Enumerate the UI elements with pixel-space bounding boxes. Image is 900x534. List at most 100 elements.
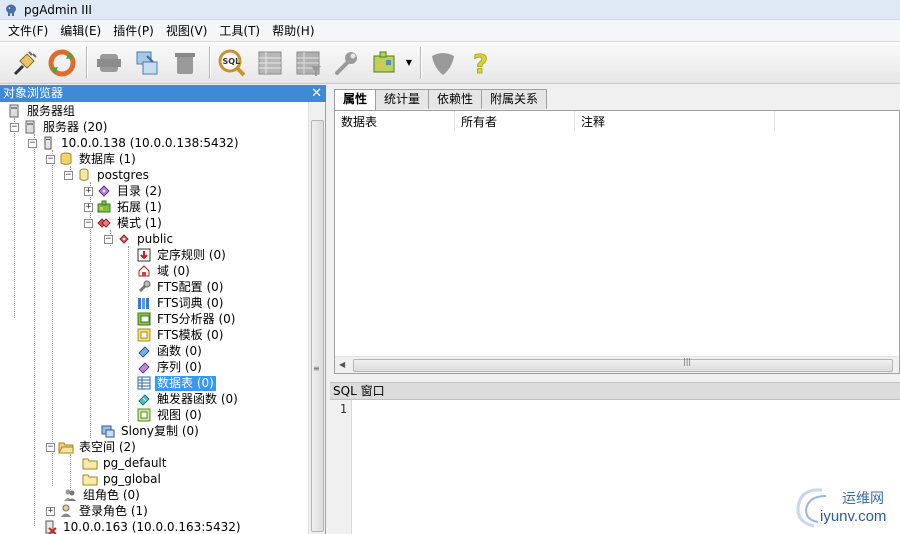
tree-node-catalogs[interactable]: + 目录 (2) xyxy=(84,183,164,199)
expand-icon[interactable]: + xyxy=(84,186,93,196)
schema-icon xyxy=(96,216,112,230)
properties-pane: 属性 统计量 依赖性 附属关系 数据表 所有者 注释 ◀ ||| SQL 窗口 … xyxy=(330,85,900,534)
object-browser: 对象浏览器 ✕ 服务器组 − 服务器 (20) − 10.0.0.138 (10… xyxy=(0,85,326,534)
menu-edit[interactable]: 编辑(E) xyxy=(54,20,107,42)
tree-node-collations[interactable]: 定序规则 (0) xyxy=(136,247,228,263)
domain-icon xyxy=(136,264,152,278)
svg-text:?: ? xyxy=(473,50,488,78)
collapse-icon[interactable]: − xyxy=(10,122,19,132)
tree-node-tables[interactable]: 数据表 (0) xyxy=(136,375,216,391)
server-connected-icon xyxy=(40,136,56,150)
tab-dependencies[interactable]: 依赖性 xyxy=(428,89,483,109)
tree-node-databases[interactable]: − 数据库 (1) xyxy=(46,151,138,167)
tab-dependents[interactable]: 附属关系 xyxy=(481,89,548,109)
watermark-cn: 运维网 xyxy=(842,491,884,507)
tree-node-pg-default[interactable]: pg_default xyxy=(82,455,168,471)
tree-node-fts-dicts[interactable]: FTS词典 (0) xyxy=(136,295,225,311)
server-icon xyxy=(22,120,38,134)
fts-parser-icon xyxy=(136,312,152,326)
tree-node-login-roles[interactable]: + 登录角色 (1) xyxy=(46,503,150,519)
pane-splitter[interactable] xyxy=(330,374,900,382)
collapse-icon[interactable]: − xyxy=(104,234,113,244)
expand-icon[interactable]: + xyxy=(46,506,55,516)
tree-node-fts-configs[interactable]: FTS配置 (0) xyxy=(136,279,225,295)
list-horizontal-scrollbar[interactable]: ◀ ||| xyxy=(335,356,899,373)
column-header-owner[interactable]: 所有者 xyxy=(455,111,575,131)
sql-window-header: SQL 窗口 xyxy=(330,382,900,399)
tree-node-domains[interactable]: 域 (0) xyxy=(136,263,192,279)
tab-statistics[interactable]: 统计量 xyxy=(375,89,430,109)
column-header-comment[interactable]: 注释 xyxy=(575,111,775,131)
watermark-en: iyunv.com xyxy=(820,508,887,525)
collapse-icon[interactable]: − xyxy=(46,154,55,164)
tree-node-group-roles[interactable]: 组角色 (0) xyxy=(62,487,142,503)
view-data-icon[interactable] xyxy=(129,45,165,81)
tree-node-sequences[interactable]: 序列 (0) xyxy=(136,359,204,375)
connect-icon[interactable] xyxy=(6,45,42,81)
tree-node-pg-global[interactable]: pg_global xyxy=(82,471,163,487)
tree-node-server-groups[interactable]: 服务器组 xyxy=(6,103,77,119)
toolbar: SQL ▼ ? xyxy=(0,42,900,84)
tree-node-public[interactable]: − public xyxy=(104,231,175,247)
watermark-logo: 运维网 iyunv.com xyxy=(780,482,898,532)
title-bar: pgAdmin III xyxy=(0,0,900,20)
tree-node-servers[interactable]: − 服务器 (20) xyxy=(10,119,109,135)
shield-icon[interactable] xyxy=(425,45,461,81)
line-number-gutter: 1 xyxy=(330,400,352,534)
tree-node-tablespaces[interactable]: − 表空间 (2) xyxy=(46,439,138,455)
delete-icon[interactable] xyxy=(167,45,203,81)
collapse-icon[interactable]: − xyxy=(28,138,37,148)
tree-vertical-scrollbar[interactable]: ≡ xyxy=(308,102,325,534)
chevron-down-icon[interactable]: ▼ xyxy=(404,45,414,81)
folder-icon xyxy=(82,456,98,470)
close-icon[interactable]: ✕ xyxy=(311,85,322,102)
fts-template-icon xyxy=(136,328,152,342)
table-icon xyxy=(136,376,152,390)
tree-node-slony[interactable]: Slony复制 (0) xyxy=(100,423,201,439)
tree-node-fts-parsers[interactable]: FTS分析器 (0) xyxy=(136,311,237,327)
collapse-icon[interactable]: − xyxy=(84,218,93,228)
table-filter-icon[interactable] xyxy=(290,45,326,81)
wrench-icon[interactable] xyxy=(328,45,364,81)
menu-view[interactable]: 视图(V) xyxy=(160,20,214,42)
collapse-icon[interactable]: − xyxy=(46,442,55,452)
help-icon[interactable]: ? xyxy=(463,45,499,81)
database-icon xyxy=(76,168,92,182)
menu-tools[interactable]: 工具(T) xyxy=(213,20,266,42)
slony-icon xyxy=(100,424,116,438)
column-header-table[interactable]: 数据表 xyxy=(335,111,455,131)
plugin-icon[interactable] xyxy=(366,45,402,81)
scrollbar-thumb[interactable] xyxy=(311,120,324,532)
properties-list: 数据表 所有者 注释 ◀ ||| xyxy=(334,110,900,374)
table-grid-icon[interactable] xyxy=(252,45,288,81)
catalog-icon xyxy=(96,184,112,198)
tree-node-server-138[interactable]: − 10.0.0.138 (10.0.0.138:5432) xyxy=(28,135,241,151)
menu-plugins[interactable]: 插件(P) xyxy=(107,20,160,42)
sql-query-icon[interactable]: SQL xyxy=(214,45,250,81)
menu-help[interactable]: 帮助(H) xyxy=(266,20,320,42)
tab-properties[interactable]: 属性 xyxy=(334,89,377,110)
server-icon[interactable] xyxy=(91,45,127,81)
view-icon xyxy=(136,408,152,422)
fts-config-icon xyxy=(136,280,152,294)
tree-node-functions[interactable]: 函数 (0) xyxy=(136,343,204,359)
refresh-icon[interactable] xyxy=(44,45,80,81)
scroll-left-icon[interactable]: ◀ xyxy=(339,360,345,369)
object-tree: 服务器组 − 服务器 (20) − 10.0.0.138 (10.0.0.138… xyxy=(0,102,308,534)
menu-bar: 文件(F) 编辑(E) 插件(P) 视图(V) 工具(T) 帮助(H) xyxy=(0,20,900,42)
collapse-icon[interactable]: − xyxy=(64,170,73,180)
menu-file[interactable]: 文件(F) xyxy=(2,20,54,42)
login-role-icon xyxy=(58,504,74,518)
tree-node-extensions[interactable]: + 拓展 (1) xyxy=(84,199,164,215)
expand-icon[interactable]: + xyxy=(84,202,93,212)
tree-node-fts-templates[interactable]: FTS模板 (0) xyxy=(136,327,225,343)
folder-icon xyxy=(82,472,98,486)
tree-node-schemas[interactable]: − 模式 (1) xyxy=(84,215,164,231)
extension-icon xyxy=(96,200,112,214)
tree-node-views[interactable]: 视图 (0) xyxy=(136,407,204,423)
trigger-function-icon xyxy=(136,392,152,406)
tree-node-postgres[interactable]: − postgres xyxy=(64,167,151,183)
tree-node-trigger-functions[interactable]: 触发器函数 (0) xyxy=(136,391,240,407)
tree-node-server-163[interactable]: 10.0.0.163 (10.0.0.163:5432) xyxy=(42,519,243,534)
scrollbar-thumb[interactable] xyxy=(353,359,893,372)
